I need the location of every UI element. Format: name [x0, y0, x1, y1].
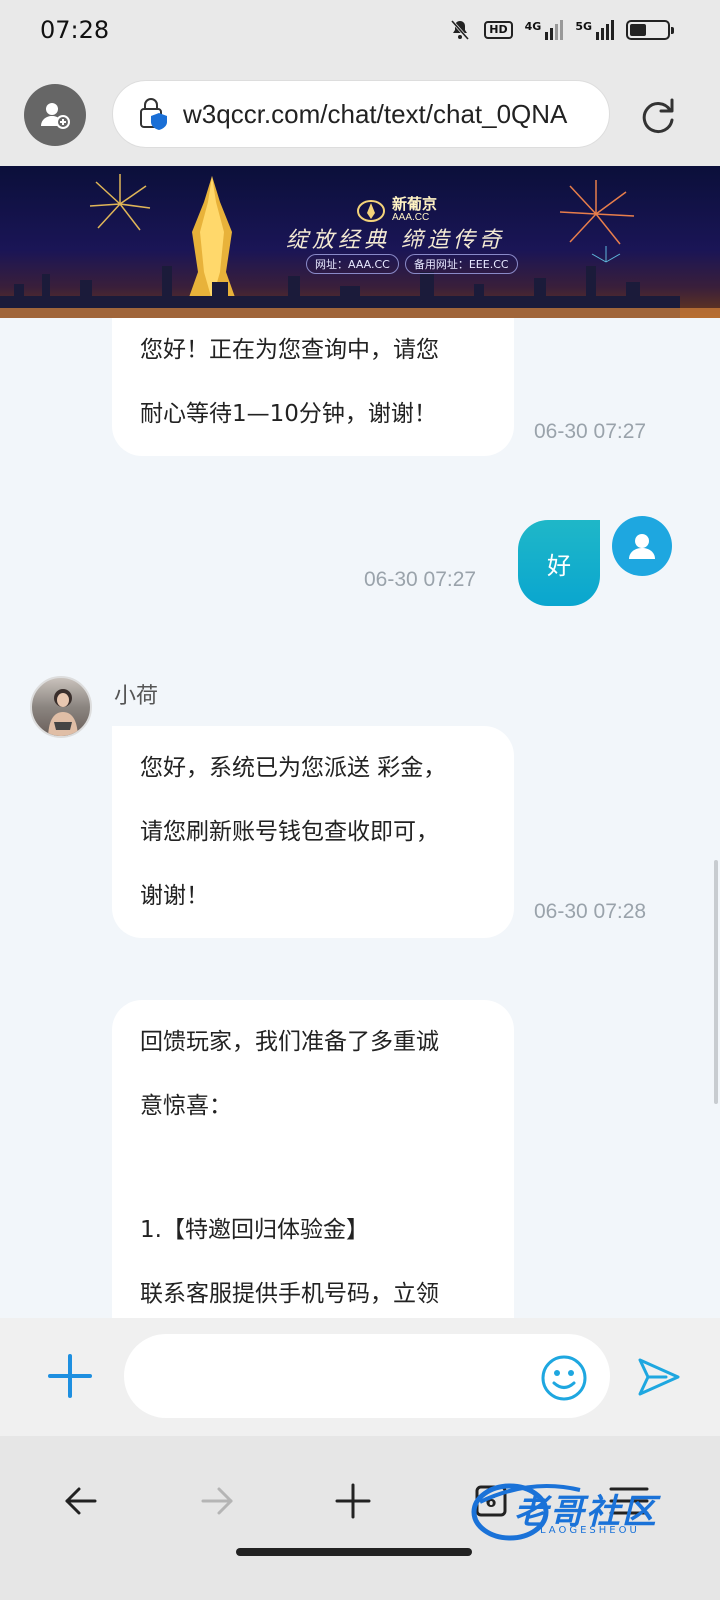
message-line: 回馈玩家，我们准备了多重诚: [140, 1029, 439, 1055]
browser-toolbar: w3qccr.com/chat/text/chat_0QNA: [0, 64, 720, 166]
hd-badge: HD: [484, 21, 513, 39]
reload-icon[interactable]: [636, 94, 680, 138]
banner-slogan: 绽放经典 缔造传奇: [286, 228, 505, 253]
agent-message-bubble: 您好！正在为您查询中，请您 耐心等待1—10分钟，谢谢！: [112, 318, 514, 456]
banner-urls: 网址：AAA.CC 备用网址：EEE.CC: [306, 254, 518, 274]
message-timestamp: 06-30 07:28: [534, 900, 647, 923]
agent-message-bubble: 回馈玩家，我们准备了多重诚 意惊喜： 1.【特邀回归体验金】 联系客服提供手机号…: [112, 1000, 514, 1318]
agent-name: 小荷: [114, 684, 159, 709]
battery-icon: [626, 20, 674, 40]
user-message-bubble: 好: [518, 520, 600, 606]
emoji-icon[interactable]: [540, 1354, 588, 1402]
forward-button[interactable]: [192, 1476, 242, 1526]
chat-area[interactable]: 您好！正在为您查询中，请您 耐心等待1—10分钟，谢谢！ 06-30 07:27…: [0, 318, 720, 1318]
ad-banner[interactable]: 新葡京 AAA.CC 绽放经典 缔造传奇 网址：AAA.CC 备用网址：EEE.…: [0, 166, 720, 318]
message-line: 1.【特邀回归体验金】: [140, 1217, 369, 1243]
address-bar[interactable]: w3qccr.com/chat/text/chat_0QNA: [112, 80, 610, 148]
message-line: [140, 1138, 486, 1198]
plus-icon: [335, 1483, 371, 1519]
bell-muted-icon: [451, 20, 470, 40]
new-tab-button[interactable]: [328, 1476, 378, 1526]
watermark-sub: LAOGESHEOU: [540, 1525, 640, 1536]
message-line: 联系客服提供手机号码，立领: [140, 1281, 439, 1307]
back-button[interactable]: [56, 1476, 106, 1526]
url-text: w3qccr.com/chat/text/chat_0QNA: [183, 98, 568, 129]
message-input-bar: [0, 1318, 720, 1436]
agent-message-bubble: 您好，系统已为您派送 彩金， 请您刷新账号钱包查收即可， 谢谢！: [112, 726, 514, 938]
message-line: 您好！正在为您查询中，请您: [140, 337, 439, 363]
status-time: 07:28: [40, 16, 110, 44]
banner-url-backup: 备用网址：EEE.CC: [404, 254, 518, 274]
send-icon[interactable]: [636, 1354, 682, 1400]
brand-name: 新葡京: [392, 195, 438, 213]
signal-5g-icon: 5G: [575, 20, 614, 40]
profile-button[interactable]: [24, 84, 86, 146]
message-line: 好: [547, 551, 571, 580]
user-icon: [629, 534, 655, 559]
arrow-left-icon: [65, 1487, 97, 1515]
message-line: 意惊喜：: [140, 1093, 232, 1119]
message-input[interactable]: [124, 1334, 610, 1418]
agent-photo-icon: [48, 689, 78, 736]
secure-lock-icon: [140, 98, 167, 130]
status-icons: HD 4G 5G: [448, 18, 674, 42]
message-timestamp: 06-30 07:27: [364, 568, 477, 591]
home-indicator[interactable]: [236, 1548, 472, 1556]
lotus-logo-icon: [357, 199, 385, 222]
message-line: 耐心等待1—10分钟，谢谢！: [140, 401, 437, 427]
banner-url-primary: 网址：AAA.CC: [306, 254, 399, 274]
message-line: 您好，系统已为您派送 彩金，: [140, 755, 447, 781]
chat-scrollbar[interactable]: [714, 860, 718, 1104]
add-attachment-icon[interactable]: [46, 1352, 94, 1400]
message-line: 请您刷新账号钱包查收即可，: [140, 819, 439, 845]
message-line: 谢谢！: [140, 883, 209, 909]
arrow-right-icon: [201, 1487, 233, 1515]
status-bar: 07:28 HD 4G 5G: [0, 0, 720, 64]
message-timestamp: 06-30 07:27: [534, 420, 647, 443]
agent-avatar: [30, 676, 92, 738]
signal-4g-icon: 4G: [525, 20, 564, 40]
add-user-icon: [41, 103, 70, 129]
user-avatar: [612, 516, 672, 576]
banner-logo: 新葡京 AAA.CC: [356, 196, 437, 223]
